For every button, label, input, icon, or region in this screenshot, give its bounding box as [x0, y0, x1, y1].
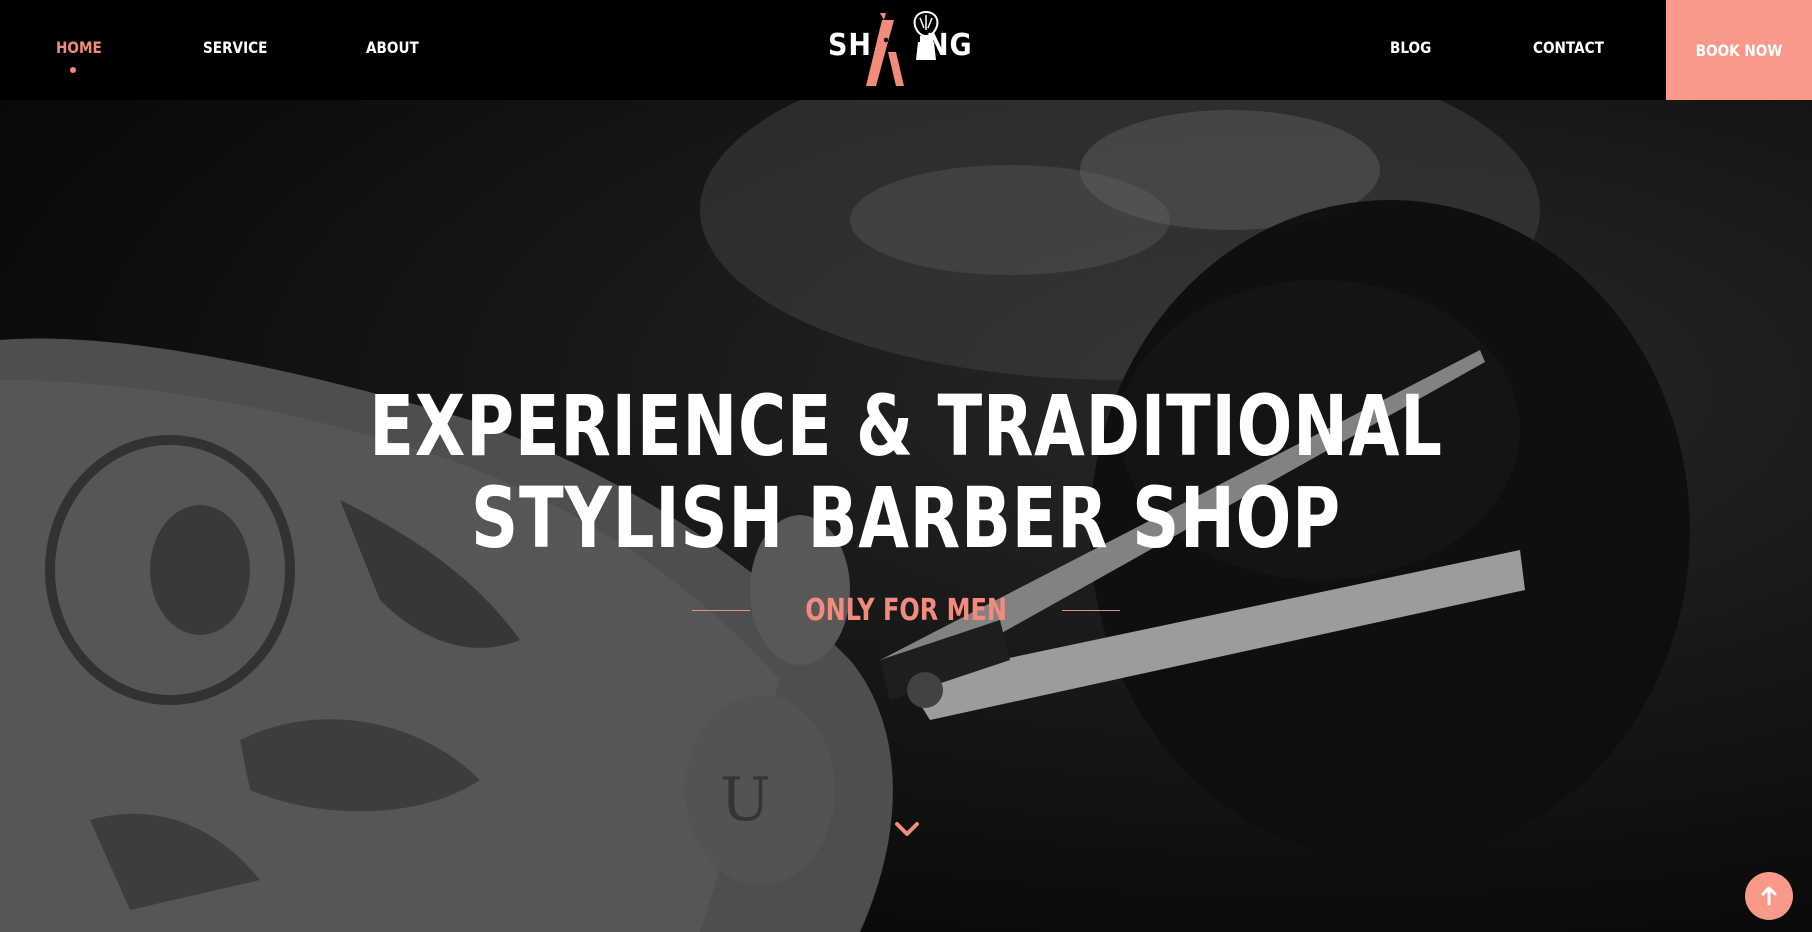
hero-title-line-2: STYLISH BARBER SHOP [471, 469, 1341, 567]
subtitle-left-divider [691, 609, 750, 611]
logo-text-right: NG [926, 28, 973, 63]
book-now-label: BOOK NOW [1695, 40, 1783, 60]
book-now-button[interactable]: BOOK NOW [1666, 0, 1812, 100]
active-indicator-dot [70, 67, 76, 73]
hero-subtitle-row: ONLY FOR MEN [0, 590, 1812, 630]
top-navbar: HOME SERVICE ABOUT SH NG BLOG CONTACT BO… [0, 0, 1812, 100]
site-logo[interactable]: SH NG [820, 8, 980, 92]
nav-contact-link[interactable]: CONTACT [1533, 38, 1604, 57]
back-to-top-button[interactable] [1745, 872, 1793, 920]
arrow-up-icon [1761, 886, 1777, 906]
hero-title-line-1: EXPERIENCE & TRADITIONAL [369, 377, 1443, 475]
subtitle-right-divider [1062, 609, 1121, 611]
hero-section: U EXPERIENCE & TRADITIONAL STYLISH BARBE… [0, 100, 1812, 932]
nav-about-link[interactable]: ABOUT [366, 38, 419, 57]
hero-title: EXPERIENCE & TRADITIONAL STYLISH BARBER … [0, 380, 1812, 564]
chevron-down-icon[interactable] [893, 820, 921, 840]
page: HOME SERVICE ABOUT SH NG BLOG CONTACT BO… [0, 0, 1812, 932]
nav-home-link[interactable]: HOME [56, 38, 102, 57]
hero-subtitle: ONLY FOR MEN [805, 592, 1007, 628]
nav-blog-link[interactable]: BLOG [1390, 38, 1431, 57]
nav-service-link[interactable]: SERVICE [203, 38, 267, 57]
